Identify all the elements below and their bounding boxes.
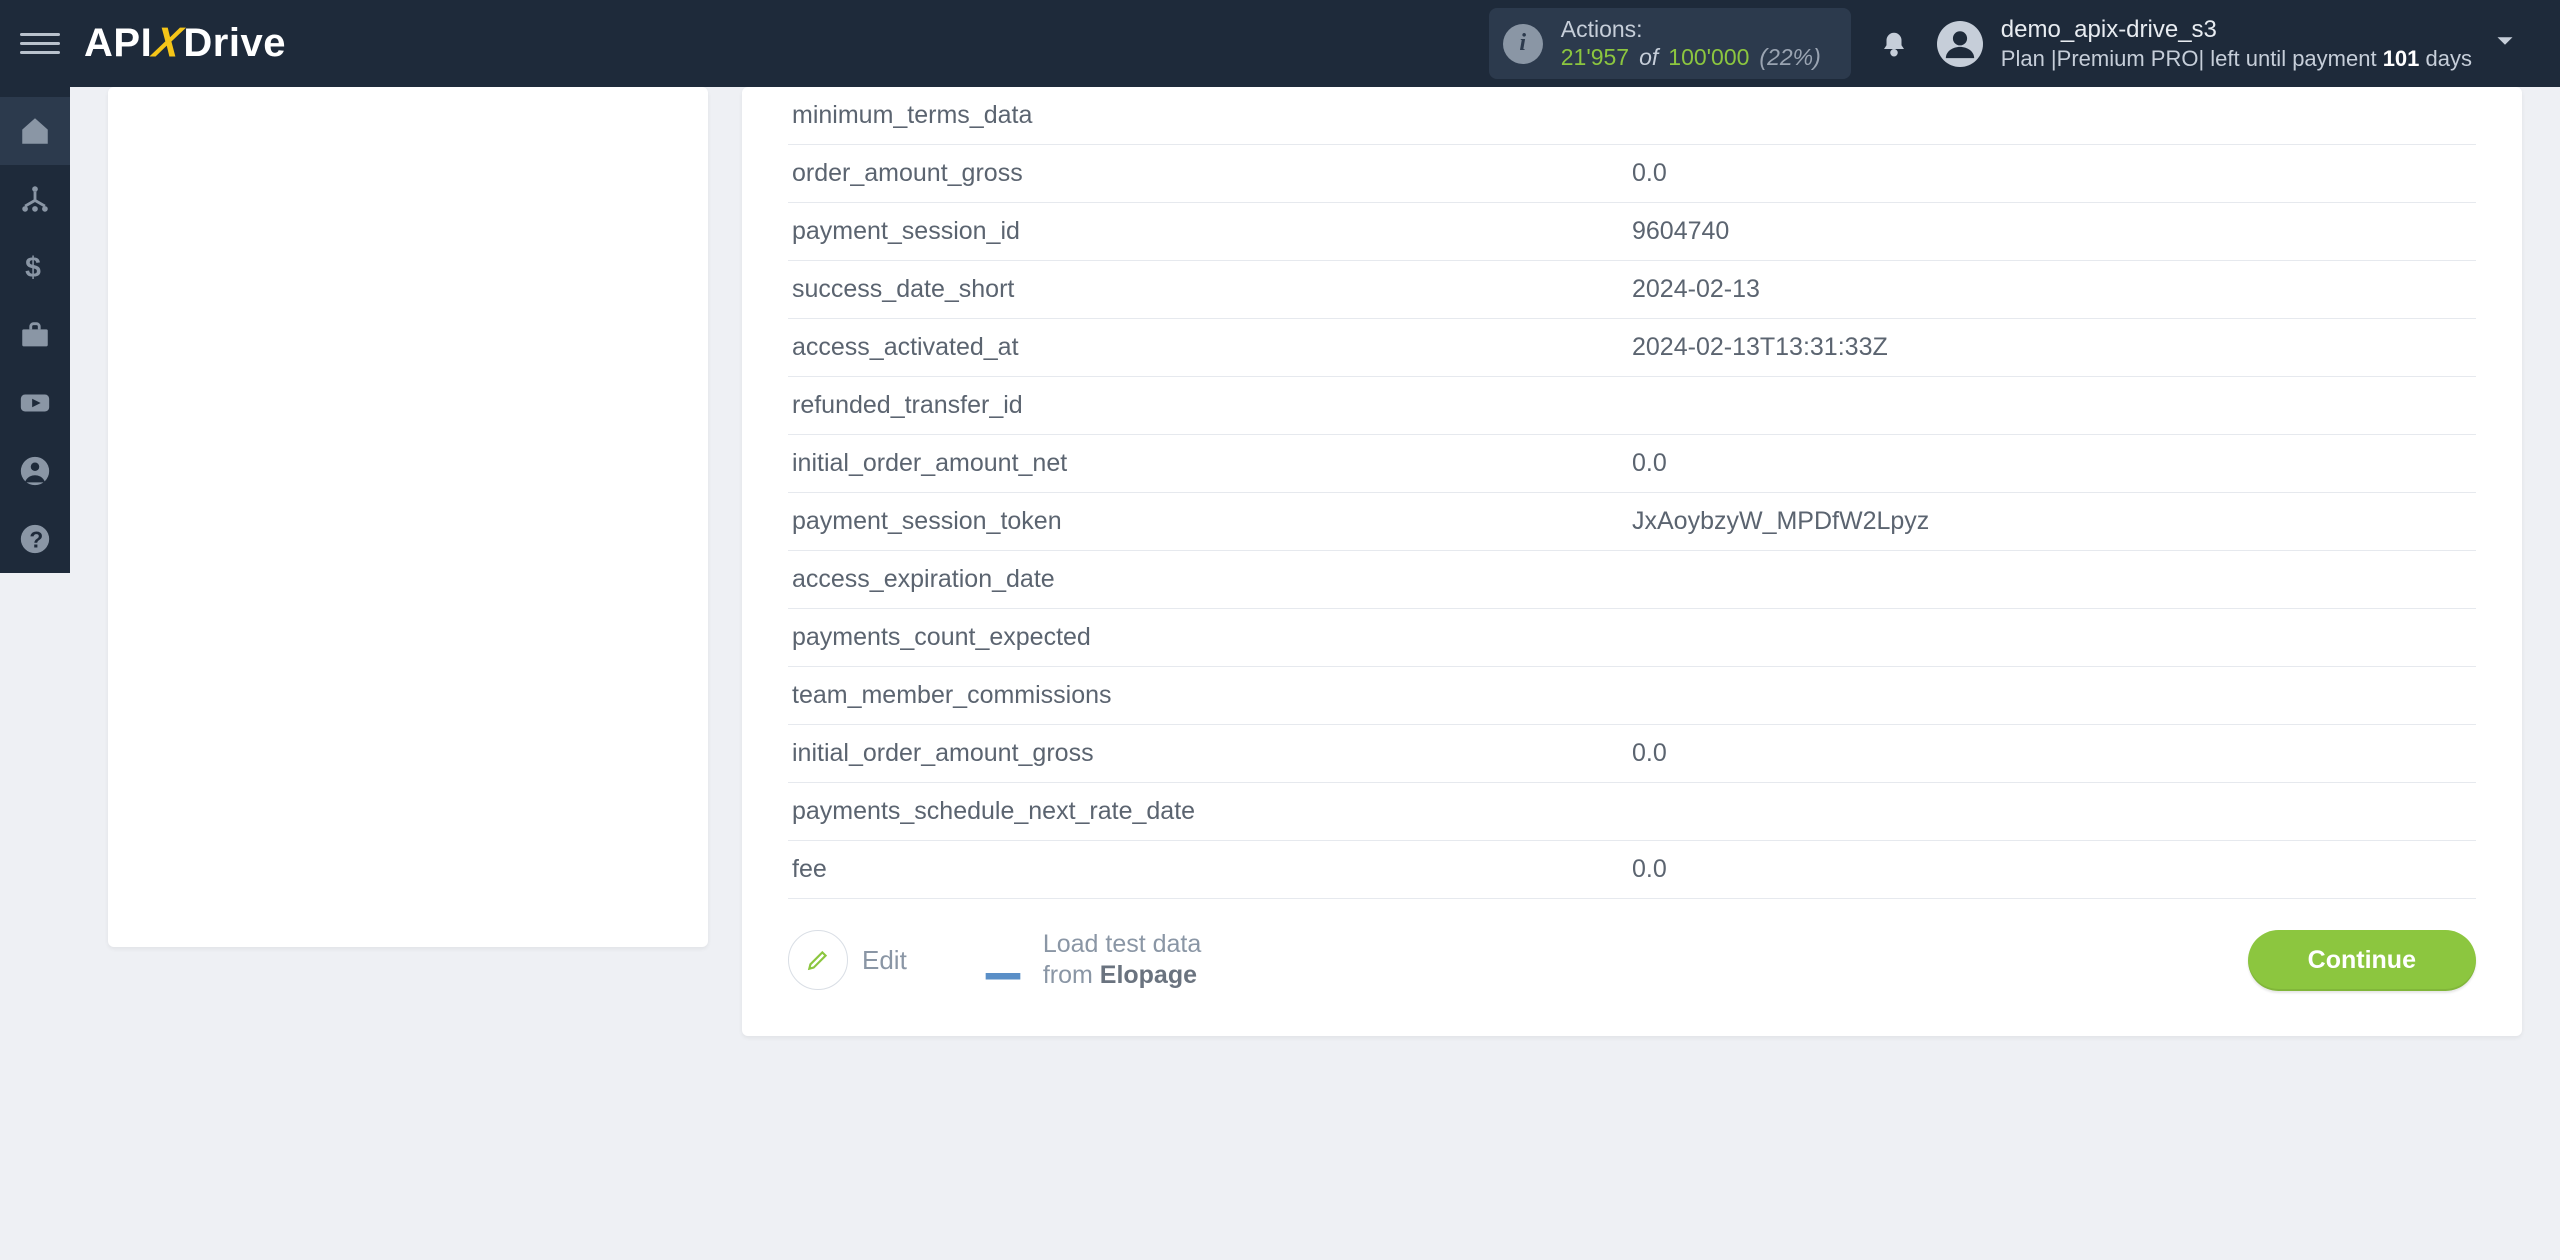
table-key: success_date_short — [788, 261, 1628, 319]
load-test-data-button[interactable]: Load test data from Elopage — [977, 929, 1201, 992]
actions-counter[interactable]: i Actions: 21'957 of 100'000 (22%) — [1489, 8, 1851, 79]
table-key: initial_order_amount_gross — [788, 725, 1628, 783]
table-key: payments_count_expected — [788, 609, 1628, 667]
logo-drive: Drive — [183, 21, 286, 66]
sidebar-briefcase-icon[interactable] — [0, 301, 70, 369]
table-row: success_date_short2024-02-13 — [788, 261, 2476, 319]
table-value: 2024-02-13T13:31:33Z — [1628, 319, 2476, 377]
table-row: order_amount_gross0.0 — [788, 145, 2476, 203]
logo-x: X — [149, 20, 186, 67]
load-from: from — [1043, 961, 1100, 989]
table-row: payments_count_expected — [788, 609, 2476, 667]
table-row: payment_session_tokenJxAoybzyW_MPDfW2Lpy… — [788, 493, 2476, 551]
table-value — [1628, 667, 2476, 725]
svg-text:?: ? — [29, 527, 43, 553]
user-plan: Plan |Premium PRO| left until payment 10… — [2001, 45, 2472, 73]
table-row: fee0.0 — [788, 841, 2476, 899]
table-value — [1628, 87, 2476, 145]
table-value: JxAoybzyW_MPDfW2Lpyz — [1628, 493, 2476, 551]
table-row: initial_order_amount_gross0.0 — [788, 725, 2476, 783]
table-value: 2024-02-13 — [1628, 261, 2476, 319]
table-key: access_expiration_date — [788, 551, 1628, 609]
table-key: payment_session_token — [788, 493, 1628, 551]
table-row: team_member_commissions — [788, 667, 2476, 725]
table-value — [1628, 551, 2476, 609]
table-key: fee — [788, 841, 1628, 899]
table-key: payments_schedule_next_rate_date — [788, 783, 1628, 841]
svg-text:$: $ — [25, 252, 41, 284]
actions-label: Actions: — [1561, 16, 1821, 44]
table-row: payments_schedule_next_rate_date — [788, 783, 2476, 841]
sidebar-connections-icon[interactable] — [0, 165, 70, 233]
table-value: 0.0 — [1628, 145, 2476, 203]
load-source: Elopage — [1100, 961, 1197, 989]
notifications-bell-icon[interactable] — [1879, 26, 1909, 62]
table-key: initial_order_amount_net — [788, 435, 1628, 493]
table-row: minimum_terms_data — [788, 87, 2476, 145]
chevron-down-icon — [2490, 26, 2520, 61]
table-row: refunded_transfer_id — [788, 377, 2476, 435]
actions-pct: (22%) — [1759, 44, 1820, 72]
table-value: 0.0 — [1628, 725, 2476, 783]
table-key: payment_session_id — [788, 203, 1628, 261]
left-panel — [108, 87, 708, 947]
hamburger-menu-icon[interactable] — [20, 24, 60, 64]
table-value — [1628, 609, 2476, 667]
actions-of: of — [1639, 44, 1658, 72]
table-row: initial_order_amount_net0.0 — [788, 435, 2476, 493]
load-line1: Load test data — [1043, 929, 1201, 960]
table-row: access_expiration_date — [788, 551, 2476, 609]
brand-logo[interactable]: APIXDrive — [84, 21, 286, 66]
table-value — [1628, 783, 2476, 841]
table-key: refunded_transfer_id — [788, 377, 1628, 435]
data-table: minimum_terms_dataorder_amount_gross0.0p… — [788, 87, 2476, 899]
edit-button[interactable]: Edit — [788, 930, 907, 990]
table-value: 0.0 — [1628, 841, 2476, 899]
topbar: APIXDrive i Actions: 21'957 of 100'000 (… — [0, 0, 2560, 87]
sidebar-home-icon[interactable] — [0, 97, 70, 165]
edit-label: Edit — [862, 945, 907, 976]
user-menu[interactable]: demo_apix-drive_s3 Plan |Premium PRO| le… — [1937, 15, 2520, 73]
sidebar-user-icon[interactable] — [0, 437, 70, 505]
logo-api: API — [84, 21, 152, 66]
sidebar-youtube-icon[interactable] — [0, 369, 70, 437]
table-key: team_member_commissions — [788, 667, 1628, 725]
download-icon — [977, 934, 1029, 986]
pencil-icon — [788, 930, 848, 990]
table-key: order_amount_gross — [788, 145, 1628, 203]
sidebar-help-icon[interactable]: ? — [0, 505, 70, 573]
user-name: demo_apix-drive_s3 — [2001, 15, 2472, 45]
sidebar: $ ? — [0, 87, 70, 573]
info-icon: i — [1503, 24, 1543, 64]
avatar-icon — [1937, 21, 1983, 67]
table-row: access_activated_at2024-02-13T13:31:33Z — [788, 319, 2476, 377]
data-panel: minimum_terms_dataorder_amount_gross0.0p… — [742, 87, 2522, 1036]
table-key: access_activated_at — [788, 319, 1628, 377]
sidebar-billing-icon[interactable]: $ — [0, 233, 70, 301]
table-key: minimum_terms_data — [788, 87, 1628, 145]
actions-limit: 100'000 — [1668, 44, 1749, 72]
table-row: payment_session_id9604740 — [788, 203, 2476, 261]
table-value: 9604740 — [1628, 203, 2476, 261]
table-value: 0.0 — [1628, 435, 2476, 493]
continue-button[interactable]: Continue — [2248, 930, 2476, 991]
actions-used: 21'957 — [1561, 44, 1629, 72]
table-value — [1628, 377, 2476, 435]
